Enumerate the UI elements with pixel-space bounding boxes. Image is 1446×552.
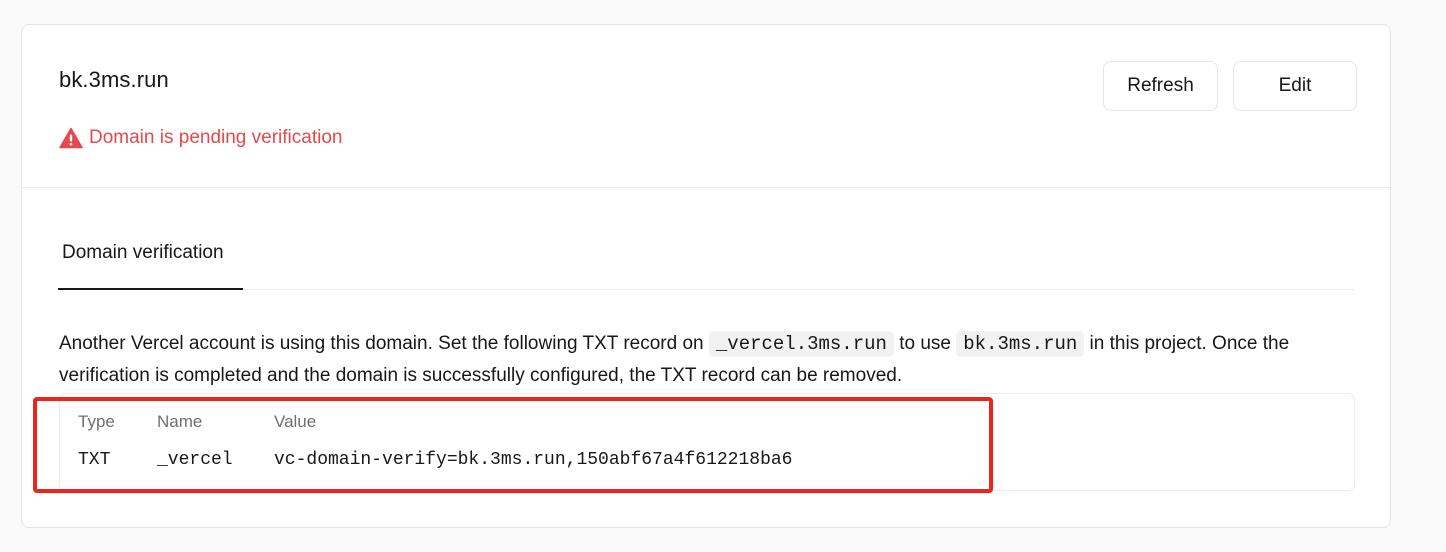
tab-bar: Domain verification [58, 237, 1355, 290]
verification-description: Another Vercel account is using this dom… [59, 328, 1359, 391]
warning-icon [59, 127, 83, 149]
dns-record-table: Type Name Value TXT _vercel vc-domain-ve… [59, 393, 1355, 491]
tab-domain-verification[interactable]: Domain verification [58, 237, 243, 290]
status-text: Domain is pending verification [89, 127, 343, 148]
record-type[interactable]: TXT [78, 450, 110, 470]
desc-text-1: Another Vercel account is using this dom… [59, 333, 709, 354]
record-name[interactable]: _vercel [157, 450, 233, 470]
domain-header: bk.3ms.run Domain is pending verificatio… [22, 25, 1390, 188]
refresh-button[interactable]: Refresh [1103, 61, 1218, 111]
domain-title: bk.3ms.run [59, 67, 169, 92]
domain-code: bk.3ms.run [956, 331, 1085, 357]
record-value[interactable]: vc-domain-verify=bk.3ms.run,150abf67a4f6… [274, 450, 792, 470]
domain-card: bk.3ms.run Domain is pending verificatio… [21, 24, 1391, 528]
column-header-name: Name [157, 412, 203, 431]
desc-text-2: to use [893, 333, 957, 354]
column-header-type: Type [78, 412, 115, 431]
edit-button[interactable]: Edit [1233, 61, 1357, 111]
verification-status: Domain is pending verification [59, 127, 342, 149]
record-host-code: _vercel.3ms.run [708, 331, 894, 357]
column-header-value: Value [274, 412, 317, 431]
